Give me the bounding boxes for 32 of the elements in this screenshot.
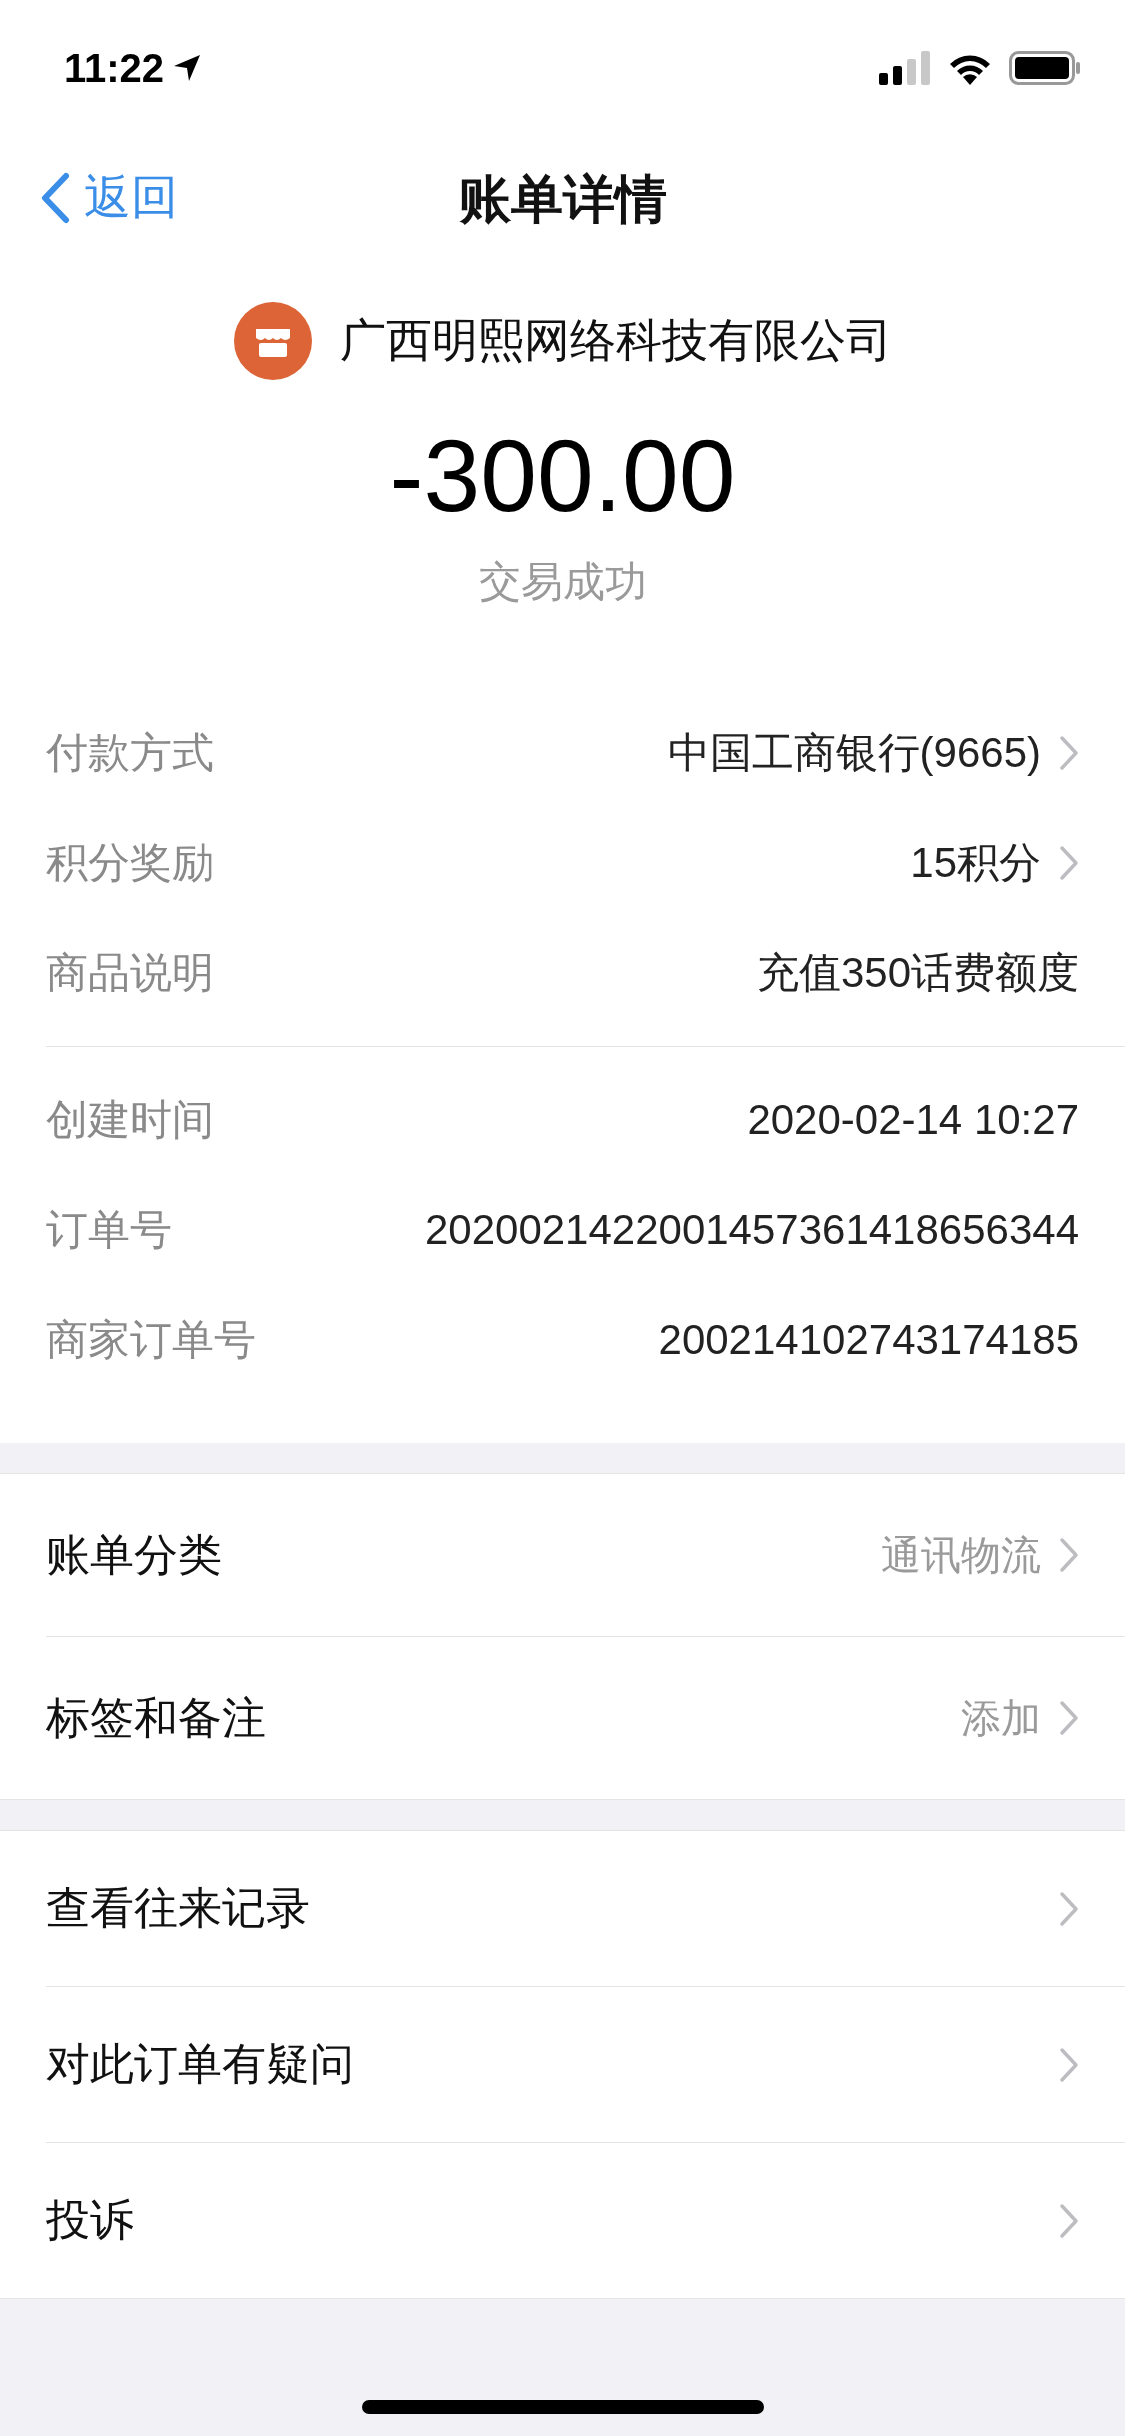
detail-value: 2020021422001457361418656344 [424, 1206, 1079, 1255]
signal-icon [879, 51, 931, 85]
menu-row[interactable]: 对此订单有疑问 [46, 1986, 1125, 2143]
detail-label: 付款方式 [46, 728, 214, 779]
back-chevron-icon [40, 171, 70, 224]
detail-label: 订单号 [46, 1205, 172, 1256]
detail-value: 200214102743174185 [658, 1316, 1079, 1365]
merchant-name: 广西明熙网络科技有限公司 [339, 313, 892, 368]
chevron-icon [1059, 2202, 1079, 2239]
chevron-icon [1059, 1890, 1079, 1927]
page-title: 账单详情 [458, 169, 667, 230]
status-time: 11:22 [64, 45, 165, 91]
location-arrow-icon [172, 53, 203, 83]
chevron-icon [1059, 1537, 1079, 1574]
menu-row[interactable]: 投诉 [46, 2142, 1125, 2299]
detail-value: 中国工商银行(9665) [667, 728, 1041, 779]
chevron-icon [1059, 1700, 1079, 1737]
detail-value: 充值350话费额度 [756, 948, 1079, 999]
transaction-status: 交易成功 [478, 557, 647, 608]
menu-row[interactable]: 查看往来记录 [46, 1831, 1125, 1987]
detail-label: 创建时间 [46, 1095, 214, 1146]
detail-label: 商品说明 [46, 948, 214, 999]
detail-label: 商家订单号 [46, 1315, 256, 1366]
menu-row[interactable]: 标签和备注 添加 [46, 1636, 1125, 1800]
battery-icon [1009, 51, 1081, 85]
detail-value: 15积分 [910, 838, 1041, 889]
chevron-icon [1059, 2046, 1079, 2083]
menu-row[interactable]: 账单分类 通讯物流 [46, 1474, 1125, 1637]
detail-value: 2020-02-14 10:27 [747, 1096, 1079, 1145]
store-icon [233, 302, 312, 380]
amount: -300.00 [389, 420, 736, 533]
detail-label: 积分奖励 [46, 838, 214, 889]
